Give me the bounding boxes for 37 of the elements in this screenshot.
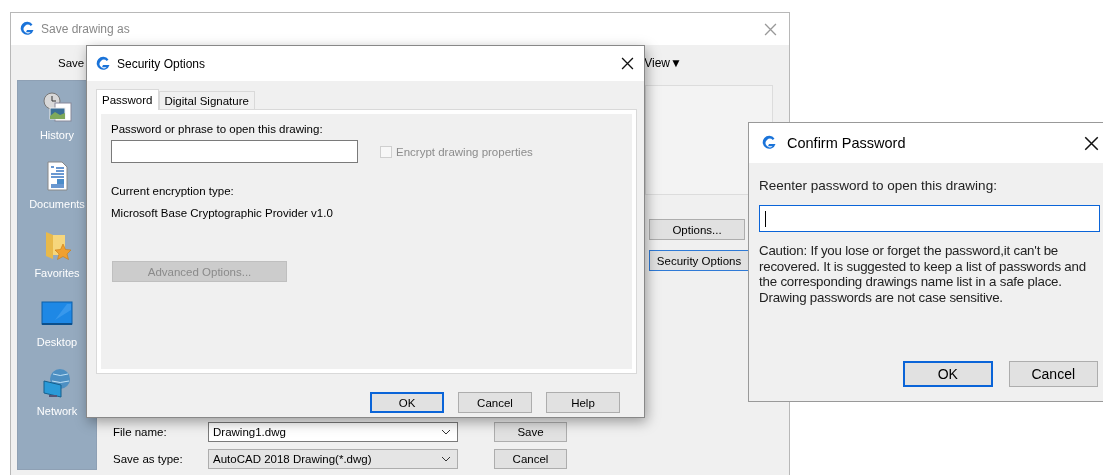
field-label: Password or phrase to open this drawing: xyxy=(111,123,324,135)
app-logo-icon xyxy=(19,21,35,37)
field-label: File name: xyxy=(112,426,168,438)
encryption-type-text: Microsoft Base Cryptographic Provider v1.0 xyxy=(111,207,334,219)
clock-picture-icon xyxy=(41,91,73,123)
chevron-down-icon xyxy=(441,456,451,462)
dialog-button[interactable]: Security Options xyxy=(649,250,749,271)
dialog-button[interactable]: Options... xyxy=(649,219,745,240)
checkbox-label: Encrypt drawing properties xyxy=(396,145,533,158)
close-icon[interactable] xyxy=(1084,135,1099,151)
combo-field[interactable]: AutoCAD 2018 Drawing(*.dwg) xyxy=(208,449,458,469)
app-logo-icon xyxy=(95,55,111,72)
view-menu[interactable]: View▼ xyxy=(644,55,682,70)
dialog-button[interactable]: Cancel xyxy=(494,449,567,469)
window-title: Confirm Password xyxy=(787,135,907,151)
close-icon[interactable] xyxy=(621,57,634,70)
field-label: Save as type: xyxy=(112,453,184,465)
dialog-button[interactable]: Save xyxy=(494,422,567,442)
caution-text: Caution: If you lose or forget the password,it can't be recovered. It is suggested to keep a list of passwords and the corresponding drawings name list in a safe place. Drawing passwords are not case sensitive. xyxy=(759,243,1087,305)
save-in-label: Save xyxy=(58,56,85,69)
dialog-button[interactable]: OK xyxy=(370,392,444,413)
tab[interactable]: Password xyxy=(96,89,159,110)
combo-field[interactable]: Drawing1.dwg xyxy=(208,422,458,442)
tab[interactable]: Digital Signature xyxy=(158,91,255,109)
dialog-button[interactable]: OK xyxy=(903,361,993,387)
password-field[interactable] xyxy=(111,140,358,163)
window-title: Security Options xyxy=(117,56,207,71)
dialog-button[interactable]: Help xyxy=(546,392,620,413)
app-logo-icon xyxy=(761,135,777,151)
field-label: Current encryption type: xyxy=(111,185,235,197)
dialog-button[interactable]: Cancel xyxy=(1008,361,1098,387)
field-label: Reenter password to open this drawing: xyxy=(759,178,998,193)
chevron-down-icon xyxy=(441,429,451,435)
password-field[interactable] xyxy=(759,205,1100,232)
dialog-button[interactable]: Cancel xyxy=(458,392,532,413)
globe-monitor-icon xyxy=(41,367,73,399)
window-title: Save drawing as xyxy=(41,22,131,36)
